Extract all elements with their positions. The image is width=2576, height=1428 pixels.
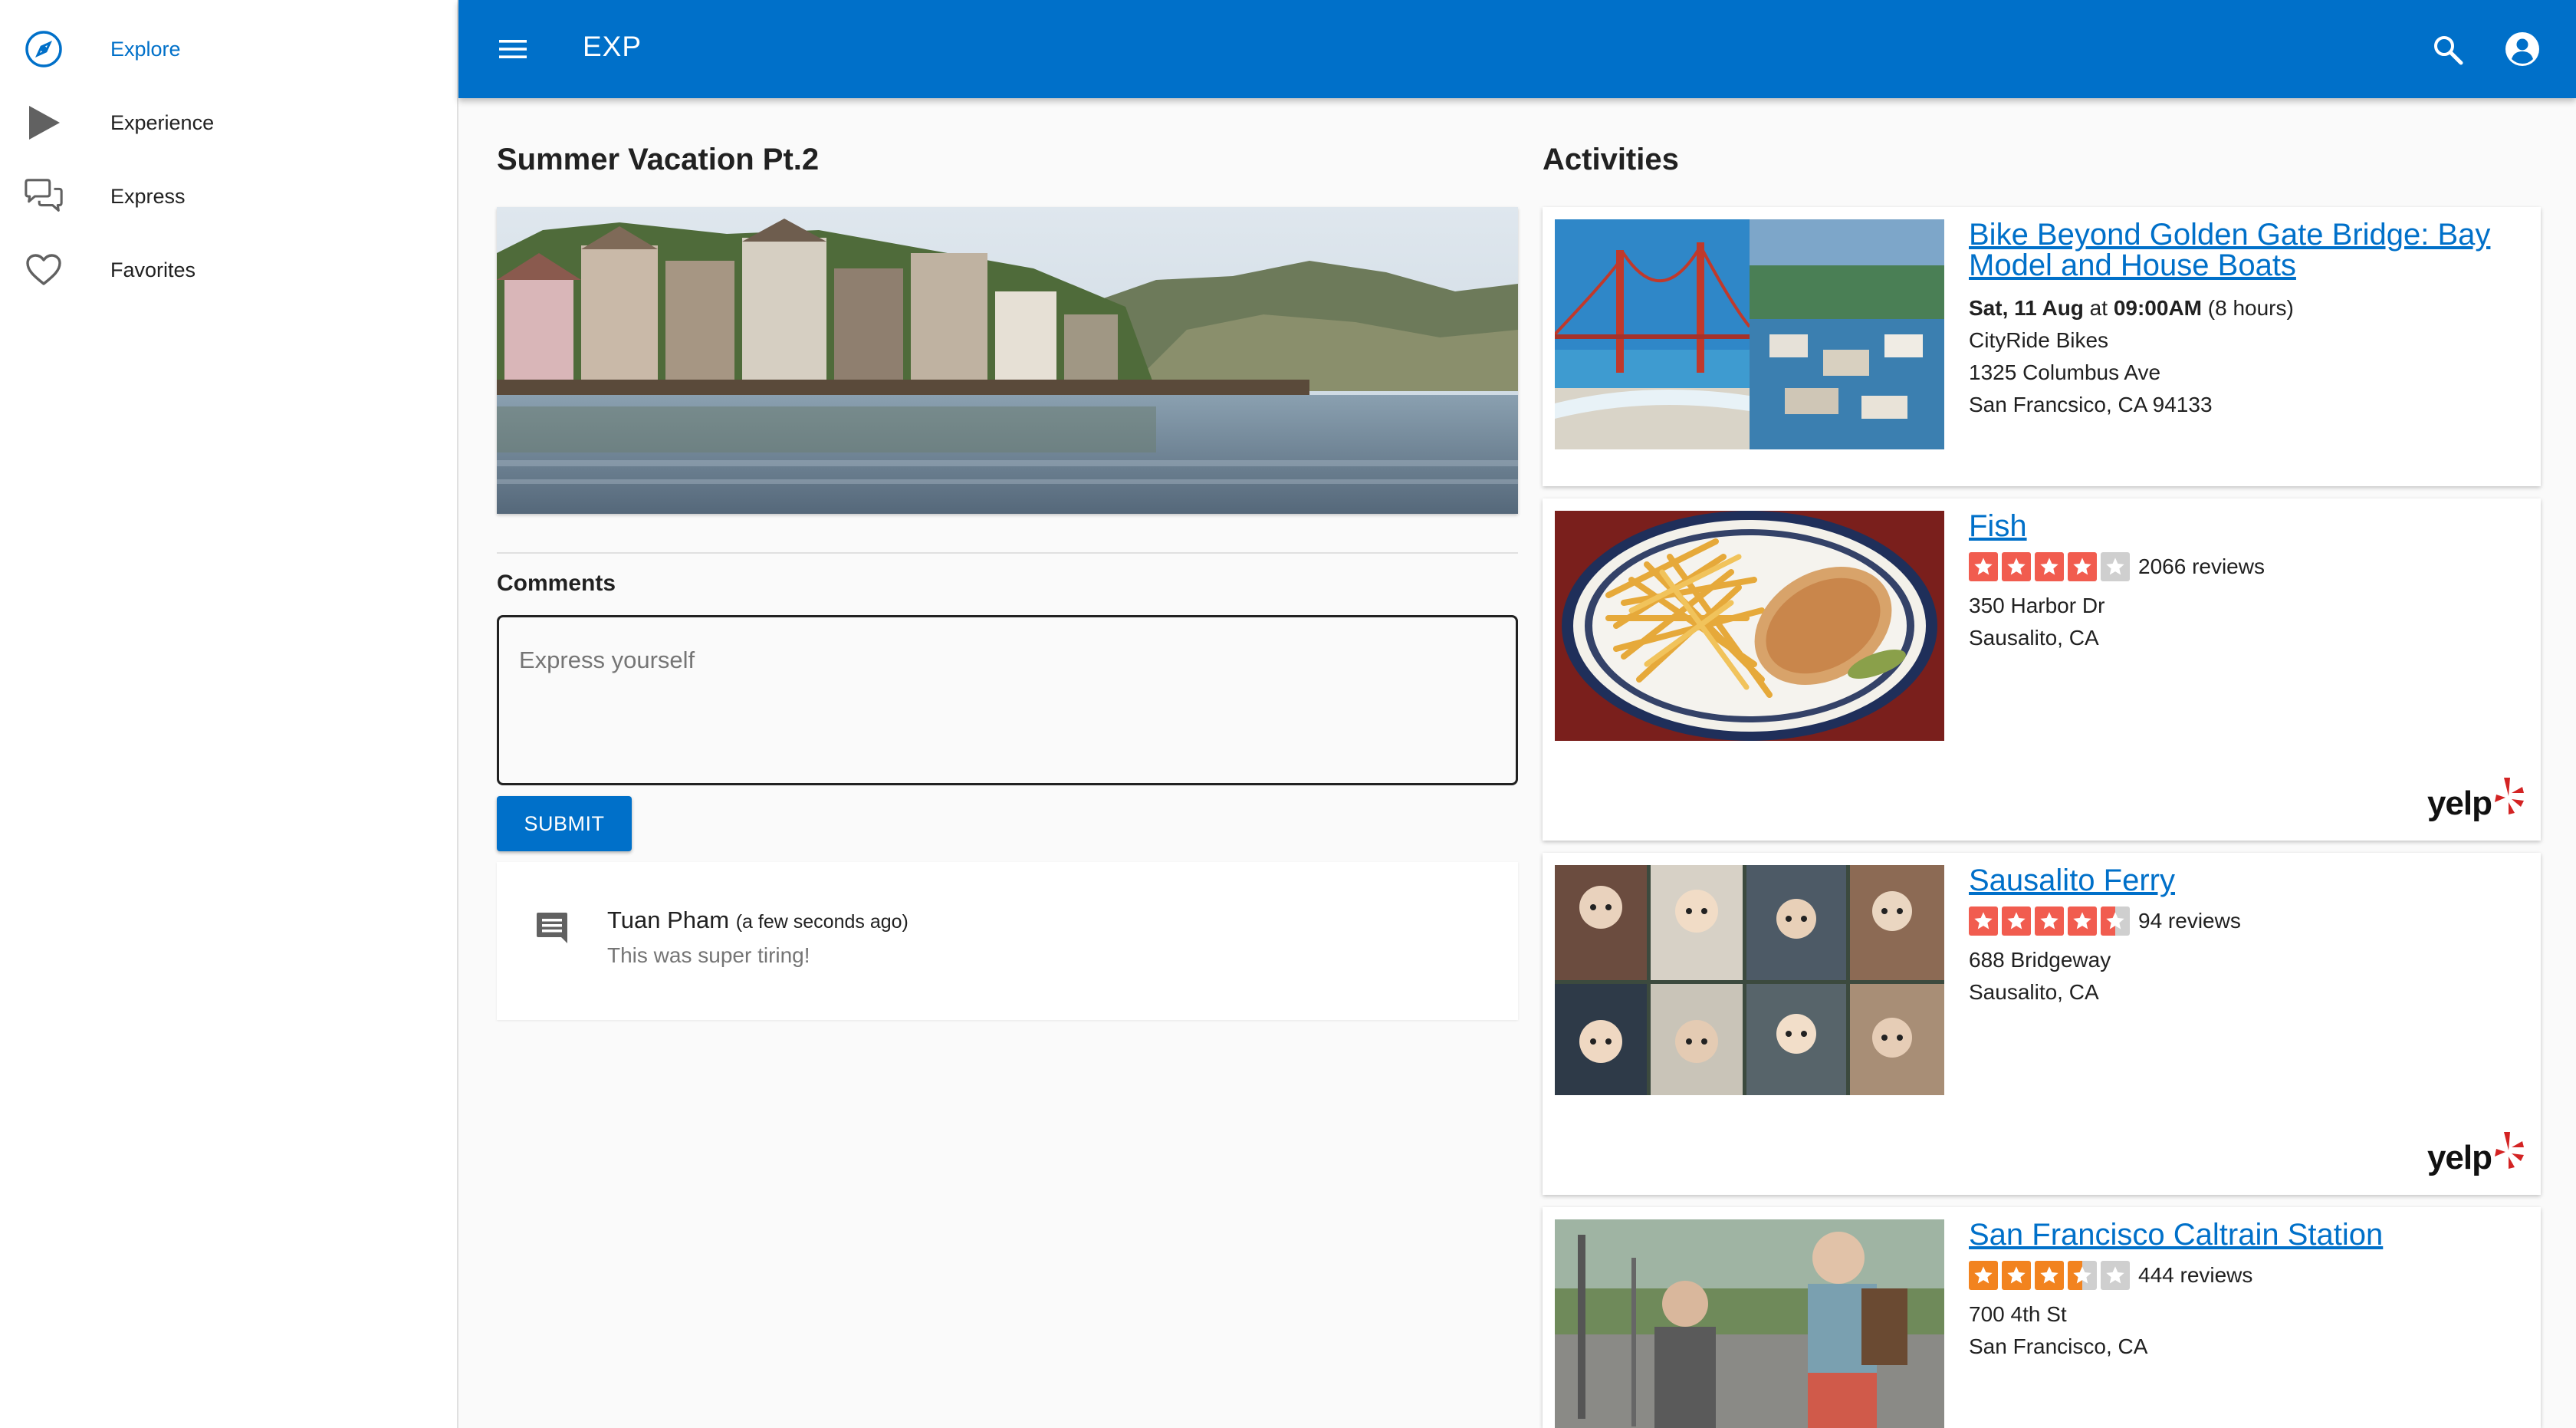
account-circle-icon[interactable] bbox=[2501, 28, 2544, 71]
yelp-logo[interactable]: yelp bbox=[2427, 1130, 2525, 1175]
activity-title-link[interactable]: Sausalito Ferry bbox=[1969, 865, 2521, 896]
star-rating: 444 reviews bbox=[1969, 1261, 2252, 1290]
play-icon bbox=[23, 102, 64, 143]
star-rating: 94 reviews bbox=[1969, 906, 2241, 936]
review-count: 94 reviews bbox=[2138, 909, 2241, 933]
sidebar-item-favorites[interactable]: Favorites bbox=[0, 233, 457, 307]
star-full-icon bbox=[2068, 906, 2097, 936]
activity-title-link[interactable]: Fish bbox=[1969, 511, 2521, 541]
review-count: 444 reviews bbox=[2138, 1263, 2253, 1287]
activity-title-link[interactable]: San Francisco Caltrain Station bbox=[1969, 1219, 2521, 1250]
activity-card: Sausalito Ferry 94 reviews 688 Bridgeway… bbox=[1543, 853, 2541, 1195]
star-empty-icon bbox=[2101, 1261, 2130, 1290]
heart-icon bbox=[23, 249, 64, 291]
activity-card: Bike Beyond Golden Gate Bridge: Bay Mode… bbox=[1543, 207, 2541, 486]
star-half-icon bbox=[2068, 1261, 2097, 1290]
comment-timestamp: (a few seconds ago) bbox=[735, 911, 909, 933]
sidebar-item-express[interactable]: Express bbox=[0, 160, 457, 233]
sidebar: Explore Experience Express Favorites bbox=[0, 0, 458, 1428]
star-full-icon bbox=[1969, 906, 1998, 936]
sidebar-item-experience[interactable]: Experience bbox=[0, 86, 457, 160]
activity-title-link[interactable]: Bike Beyond Golden Gate Bridge: Bay Mode… bbox=[1969, 219, 2521, 281]
star-full-icon bbox=[1969, 1261, 1998, 1290]
activity-address-line2: San Francsico, CA 94133 bbox=[1969, 393, 2213, 416]
star-rating: 2066 reviews bbox=[1969, 552, 2265, 581]
activity-address-line2: Sausalito, CA bbox=[1969, 980, 2099, 1004]
activity-datetime: Sat, 11 Aug at 09:00AM (8 hours) bbox=[1969, 296, 2294, 321]
sidebar-item-explore[interactable]: Explore bbox=[0, 12, 457, 86]
comment-icon bbox=[534, 910, 570, 946]
activity-card: Fish 2066 reviews 350 Harbor Dr Sausalit… bbox=[1543, 498, 2541, 841]
activity-date: Sat, 11 Aug bbox=[1969, 296, 2084, 320]
star-full-icon bbox=[2002, 552, 2031, 581]
activity-address-line1: 1325 Columbus Ave bbox=[1969, 360, 2161, 384]
star-full-icon bbox=[2002, 906, 2031, 936]
comment-author-line: Tuan Pham (a few seconds ago) bbox=[607, 906, 909, 934]
activity-at: at bbox=[2083, 296, 2114, 320]
yelp-burst-icon bbox=[2495, 778, 2524, 814]
comment-text: This was super tiring! bbox=[607, 943, 810, 967]
star-full-icon bbox=[2068, 552, 2097, 581]
activity-time: 09:00AM bbox=[2113, 296, 2202, 320]
star-empty-icon bbox=[2101, 552, 2130, 581]
activity-image bbox=[1555, 865, 1944, 1095]
review-count: 2066 reviews bbox=[2138, 554, 2265, 578]
activity-duration: (8 hours) bbox=[2202, 296, 2294, 320]
comments-heading: Comments bbox=[497, 571, 616, 596]
comment-input[interactable] bbox=[497, 615, 1518, 785]
activities-title: Activities bbox=[1543, 143, 1679, 176]
comment-author: Tuan Pham bbox=[607, 906, 730, 933]
hero-image bbox=[497, 207, 1518, 514]
app-bar: EXP bbox=[458, 0, 2576, 98]
activity-card: San Francisco Caltrain Station 444 revie… bbox=[1543, 1207, 2541, 1428]
comment-item: Tuan Pham (a few seconds ago) This was s… bbox=[497, 862, 1518, 1020]
yelp-burst-icon bbox=[2495, 1132, 2524, 1169]
post-title: Summer Vacation Pt.2 bbox=[497, 143, 820, 176]
activity-image bbox=[1555, 219, 1944, 449]
hamburger-menu-icon[interactable] bbox=[494, 30, 532, 68]
divider bbox=[497, 552, 1518, 554]
app-title: EXP bbox=[583, 31, 642, 62]
star-full-icon bbox=[2035, 552, 2064, 581]
activity-image bbox=[1555, 511, 1944, 741]
sidebar-item-label: Express bbox=[110, 184, 186, 208]
compass-icon bbox=[23, 28, 64, 70]
activity-address-line2: San Francisco, CA bbox=[1969, 1334, 2148, 1358]
yelp-wordmark: yelp bbox=[2426, 1139, 2492, 1176]
sidebar-item-label: Explore bbox=[110, 37, 181, 61]
star-full-icon bbox=[2002, 1261, 2031, 1290]
activity-address-line1: 700 4th St bbox=[1969, 1302, 2067, 1326]
activity-address-line2: Sausalito, CA bbox=[1969, 626, 2099, 650]
yelp-wordmark: yelp bbox=[2426, 785, 2492, 822]
star-full-icon bbox=[2035, 906, 2064, 936]
sidebar-item-label: Experience bbox=[110, 110, 215, 134]
activity-vendor: CityRide Bikes bbox=[1969, 328, 2109, 352]
star-half-icon bbox=[2101, 906, 2130, 936]
sidebar-item-label: Favorites bbox=[110, 258, 196, 281]
search-icon[interactable] bbox=[2427, 29, 2469, 71]
chat-bubbles-icon bbox=[23, 176, 64, 217]
yelp-logo[interactable]: yelp bbox=[2427, 776, 2525, 821]
activity-address-line1: 688 Bridgeway bbox=[1969, 948, 2111, 972]
submit-button[interactable]: SUBMIT bbox=[497, 796, 632, 851]
star-full-icon bbox=[2035, 1261, 2064, 1290]
star-full-icon bbox=[1969, 552, 1998, 581]
activity-image bbox=[1555, 1219, 1944, 1428]
activity-address-line1: 350 Harbor Dr bbox=[1969, 594, 2105, 617]
